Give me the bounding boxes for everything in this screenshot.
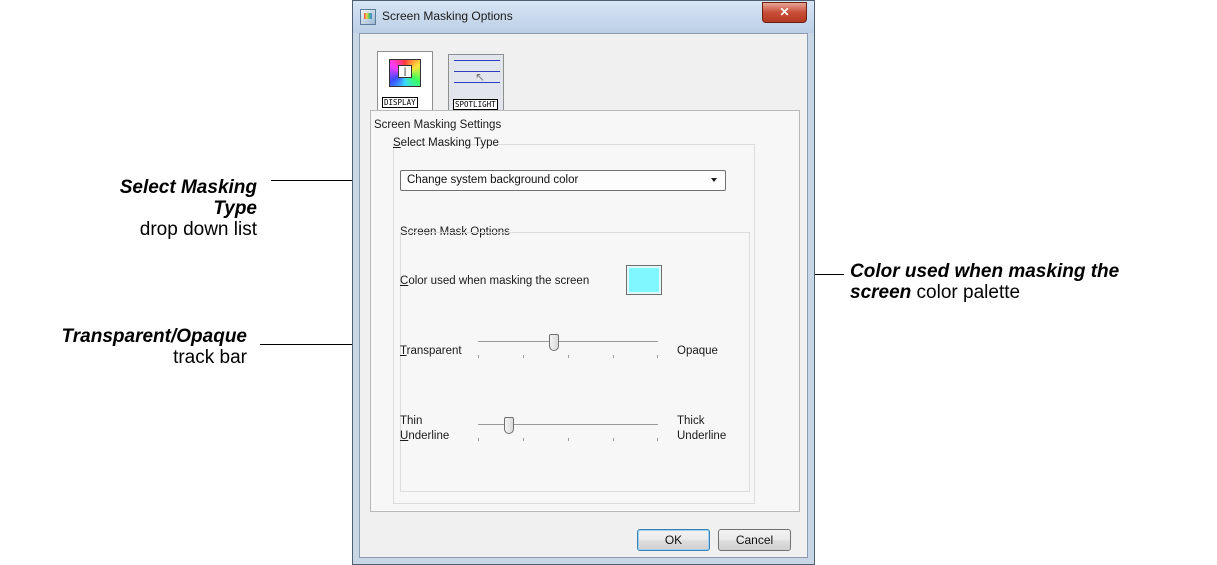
callout-transparency-title: Transparent/Opaque <box>61 326 247 347</box>
color-label-rest: olor used when masking the screen <box>408 275 590 287</box>
track-tick <box>657 438 658 441</box>
callout-masking-type-desc: drop down list <box>139 219 257 240</box>
color-label: Color used when masking the screen <box>400 275 589 287</box>
track-tick <box>568 438 569 441</box>
masking-type-label-accel: S <box>393 137 401 149</box>
transparent-label-rest: ransparent <box>406 345 462 357</box>
transparency-slider-thumb[interactable] <box>548 334 559 351</box>
mouse-pointer-icon: ↖ <box>475 70 486 84</box>
callout-color: Color used when masking the screen color… <box>850 261 1210 303</box>
transparency-track[interactable] <box>478 341 658 342</box>
track-tick <box>478 438 479 441</box>
underline-slider-thumb[interactable] <box>503 417 514 434</box>
callout-transparency: Transparent/Opaque track bar <box>8 326 247 368</box>
callout-color-title-line1: Color used when masking the <box>850 261 1120 282</box>
masking-type-selected: Change system background color <box>407 174 579 186</box>
track-tick <box>523 355 524 358</box>
track-tick <box>478 355 479 358</box>
callout-color-title-line2: screen <box>850 282 912 303</box>
thin-label: Thin <box>400 415 423 427</box>
mask-options-group <box>400 232 750 492</box>
settings-group-label: Screen Masking Settings <box>374 119 502 131</box>
tab-display-label: DISPLAY <box>382 97 418 108</box>
callout-color-desc: color palette <box>911 282 1021 303</box>
tab-spotlight[interactable]: ↖ SPOTLIGHT <box>448 54 504 113</box>
track-tick <box>657 355 658 358</box>
dialog-title: Screen Masking Options <box>382 9 513 23</box>
thick-underline-rest: Underline <box>677 430 727 442</box>
color-palette-button[interactable] <box>626 265 662 295</box>
thick-label: Thick <box>677 415 705 427</box>
callout-masking-type-title: Select Masking Type <box>119 177 257 219</box>
track-tick <box>523 438 524 441</box>
thin-underline-rest: nderline <box>408 430 450 442</box>
cancel-button[interactable]: Cancel <box>718 529 791 551</box>
tab-display[interactable]: DISPLAY <box>377 51 433 111</box>
masking-type-label-rest: elect Masking Type <box>400 137 499 149</box>
opaque-label: Opaque <box>677 345 718 357</box>
thick-underline-label: Thick Underline <box>677 414 726 444</box>
callout-transparency-desc: track bar <box>173 347 247 368</box>
close-button[interactable]: ✕ <box>762 2 807 23</box>
tab-spotlight-label: SPOTLIGHT <box>453 99 498 110</box>
masking-type-label: Select Masking Type <box>393 137 499 149</box>
thin-underline-label: Thin Underline <box>400 414 449 444</box>
screen-masking-options-dialog: Screen Masking Options ✕ DISPLAY ↖ SPOTL… <box>352 0 815 565</box>
ok-button[interactable]: OK <box>637 529 710 551</box>
masking-type-dropdown[interactable]: Change system background color <box>400 170 726 191</box>
track-tick <box>613 438 614 441</box>
app-icon <box>360 9 376 25</box>
display-color-icon <box>389 59 421 87</box>
callout-masking-type: Select Masking Type drop down list <box>115 177 257 240</box>
title-bar[interactable]: Screen Masking Options ✕ <box>353 1 814 33</box>
transparent-label: Transparent <box>400 345 462 357</box>
dialog-client-area: DISPLAY ↖ SPOTLIGHT Screen Masking Setti… <box>359 33 808 558</box>
transparent-label-accel: T <box>400 345 407 357</box>
track-tick <box>613 355 614 358</box>
chevron-down-icon <box>711 178 717 182</box>
track-tick <box>568 355 569 358</box>
